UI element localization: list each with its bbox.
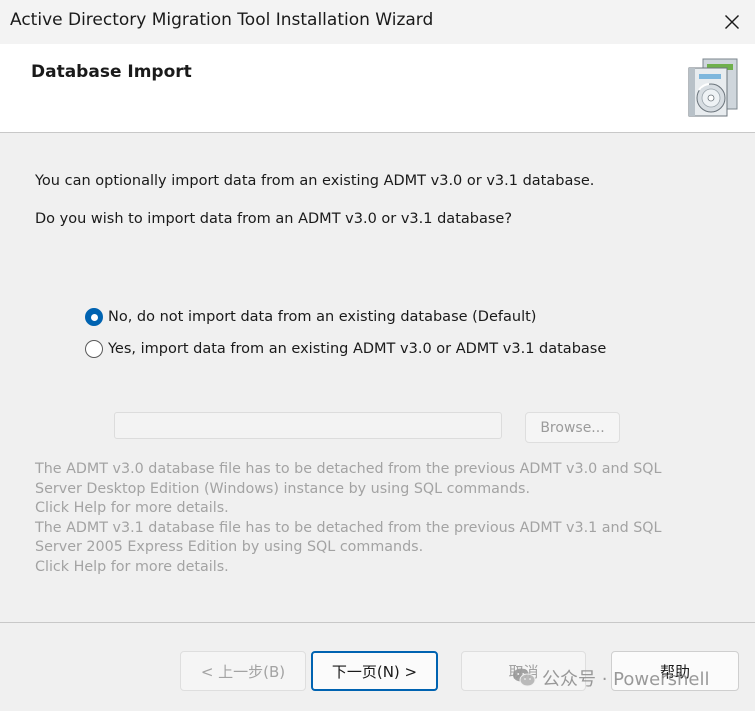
radio-selected-icon[interactable] xyxy=(85,308,103,326)
next-button[interactable]: 下一页(N) > xyxy=(311,651,438,691)
window-title: Active Directory Migration Tool Installa… xyxy=(10,10,434,30)
note-line: Click Help for more details. xyxy=(35,558,229,575)
close-button[interactable] xyxy=(709,0,755,44)
question-text: Do you wish to import data from an ADMT … xyxy=(35,211,513,227)
option-import-label[interactable]: Yes, import data from an existing ADMT v… xyxy=(108,341,606,357)
page-title: Database Import xyxy=(31,62,192,82)
option-no-import[interactable]: No, do not import data from an existing … xyxy=(85,308,536,326)
note-line: Server Desktop Edition (Windows) instanc… xyxy=(35,480,531,497)
intro-text: You can optionally import data from an e… xyxy=(35,173,595,189)
radio-unselected-icon[interactable] xyxy=(85,340,103,358)
installer-disc-icon xyxy=(688,58,738,117)
option-import[interactable]: Yes, import data from an existing ADMT v… xyxy=(85,340,606,358)
title-bar: Active Directory Migration Tool Installa… xyxy=(0,0,755,44)
database-path-input[interactable] xyxy=(114,412,502,439)
note-line: Click Help for more details. xyxy=(35,500,229,516)
back-button[interactable]: < 上一步(B) xyxy=(180,651,306,691)
close-icon xyxy=(725,15,739,29)
watermark: 公众号 · Powershell xyxy=(512,665,709,691)
option-no-import-label[interactable]: No, do not import data from an existing … xyxy=(108,309,536,325)
note-line: The ADMT v3.0 database file has to be de… xyxy=(35,461,662,477)
browse-button[interactable]: Browse... xyxy=(525,412,620,443)
wechat-icon xyxy=(513,668,536,687)
detach-instructions: The ADMT v3.0 database file has to be de… xyxy=(35,460,725,577)
wizard-header: Database Import xyxy=(0,44,755,133)
footer-divider xyxy=(0,622,755,623)
note-line: The ADMT v3.1 database file has to be de… xyxy=(35,519,662,536)
note-line: Server 2005 Express Edition by using SQL… xyxy=(35,539,424,555)
watermark-text: 公众号 · Powershell xyxy=(542,669,710,690)
installation-wizard-window: Active Directory Migration Tool Installa… xyxy=(0,0,755,711)
